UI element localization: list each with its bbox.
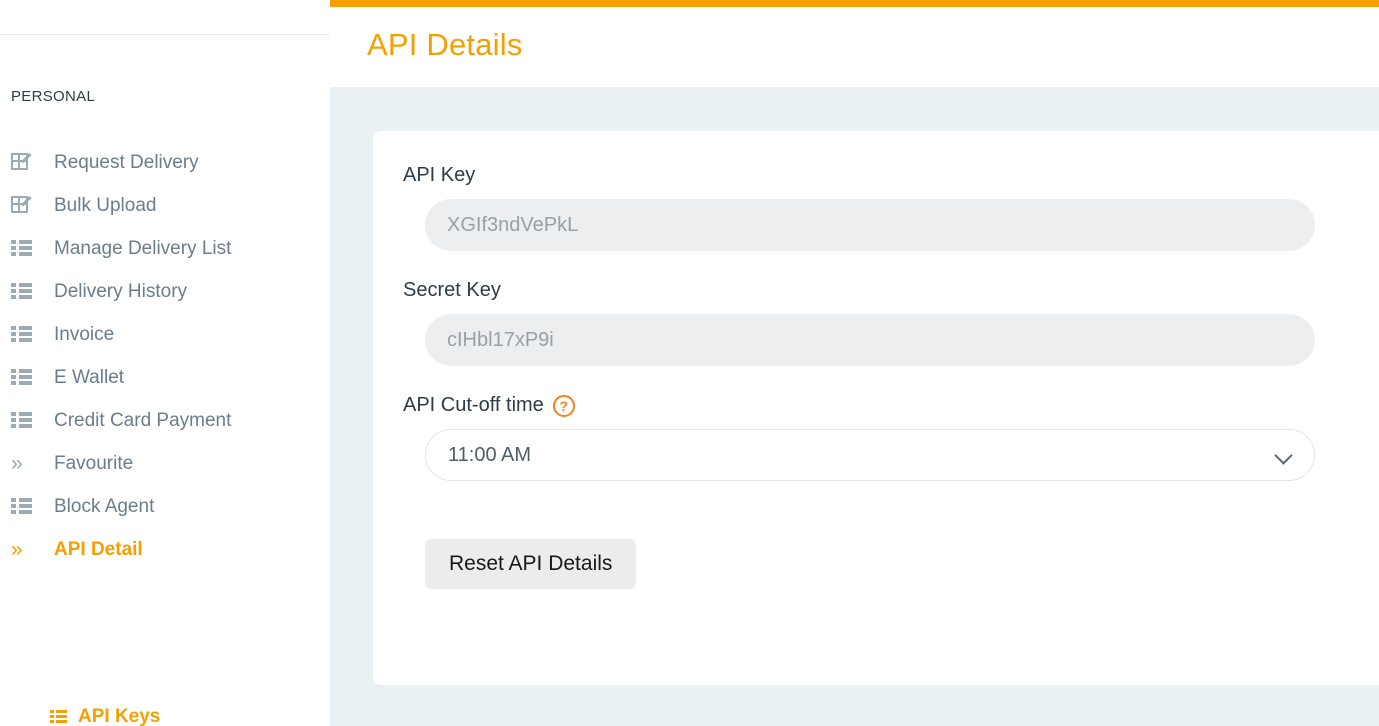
sidebar-item-delivery-history[interactable]: Delivery History bbox=[0, 270, 330, 313]
sidebar-item-bulk-upload[interactable]: Bulk Upload bbox=[0, 184, 330, 227]
sidebar-item-block-agent[interactable]: Block Agent bbox=[0, 485, 330, 528]
sidebar-item-label: Delivery History bbox=[54, 281, 187, 303]
list-icon bbox=[50, 710, 67, 724]
question-mark-icon[interactable]: ? bbox=[553, 395, 575, 417]
sidebar-item-label: API Detail bbox=[54, 539, 143, 561]
sidebar-subnav: API Keys bbox=[0, 700, 330, 726]
page-header: API Details bbox=[330, 7, 1379, 87]
api-key-field: API Key XGIf3ndVePkL bbox=[403, 164, 1315, 251]
sidebar-item-e-wallet[interactable]: E Wallet bbox=[0, 356, 330, 399]
sidebar: PERSONAL Request Delivery Bulk Upload bbox=[0, 0, 330, 726]
secret-key-input[interactable]: cIHbl17xP9i bbox=[425, 314, 1315, 366]
sidebar-divider bbox=[0, 34, 330, 35]
sidebar-item-label: Bulk Upload bbox=[54, 195, 156, 217]
sidebar-item-label: Block Agent bbox=[54, 496, 154, 518]
double-chevron-icon: » bbox=[11, 453, 39, 474]
sidebar-item-label: Favourite bbox=[54, 453, 133, 475]
api-key-label: API Key bbox=[403, 164, 475, 187]
list-icon bbox=[11, 240, 39, 257]
accent-top-bar bbox=[330, 0, 1379, 7]
sidebar-section-title: PERSONAL bbox=[11, 88, 95, 105]
app-root: PERSONAL Request Delivery Bulk Upload bbox=[0, 0, 1379, 726]
sidebar-subitem-label: API Keys bbox=[78, 706, 160, 726]
sidebar-item-api-detail[interactable]: » API Detail bbox=[0, 528, 330, 571]
cutoff-time-label-row: API Cut-off time ? bbox=[403, 394, 1315, 417]
api-details-card: API Key XGIf3ndVePkL Secret Key cIHbl17x… bbox=[373, 131, 1379, 685]
sidebar-item-invoice[interactable]: Invoice bbox=[0, 313, 330, 356]
sidebar-item-label: Credit Card Payment bbox=[54, 410, 231, 432]
double-chevron-icon: » bbox=[11, 539, 39, 560]
main-content: API Details API Key XGIf3ndVePkL Secret … bbox=[330, 0, 1379, 726]
cutoff-time-select[interactable]: 11:00 AM bbox=[425, 429, 1315, 481]
list-icon bbox=[11, 283, 39, 300]
list-icon bbox=[11, 369, 39, 386]
sidebar-item-favourite[interactable]: » Favourite bbox=[0, 442, 330, 485]
table-edit-icon bbox=[11, 196, 39, 216]
table-edit-icon bbox=[11, 153, 39, 173]
api-key-label-row: API Key bbox=[403, 164, 1315, 187]
sidebar-nav: Request Delivery Bulk Upload Manage Deli… bbox=[0, 141, 330, 571]
chevron-down-icon bbox=[1276, 447, 1292, 463]
list-icon bbox=[11, 326, 39, 343]
sidebar-item-label: E Wallet bbox=[54, 367, 124, 389]
cutoff-time-field: API Cut-off time ? 11:00 AM bbox=[403, 394, 1315, 481]
secret-key-field: Secret Key cIHbl17xP9i bbox=[403, 279, 1315, 366]
sidebar-item-request-delivery[interactable]: Request Delivery bbox=[0, 141, 330, 184]
api-key-input[interactable]: XGIf3ndVePkL bbox=[425, 199, 1315, 251]
list-icon bbox=[11, 498, 39, 515]
list-icon bbox=[11, 412, 39, 429]
secret-key-label-row: Secret Key bbox=[403, 279, 1315, 302]
sidebar-item-label: Invoice bbox=[54, 324, 114, 346]
sidebar-item-api-keys[interactable]: API Keys bbox=[0, 700, 330, 726]
api-details-form: API Key XGIf3ndVePkL Secret Key cIHbl17x… bbox=[403, 164, 1315, 589]
sidebar-item-credit-card-payment[interactable]: Credit Card Payment bbox=[0, 399, 330, 442]
sidebar-item-label: Manage Delivery List bbox=[54, 238, 231, 260]
secret-key-label: Secret Key bbox=[403, 279, 501, 302]
sidebar-item-label: Request Delivery bbox=[54, 152, 199, 174]
cutoff-time-label: API Cut-off time bbox=[403, 394, 544, 417]
page-title: API Details bbox=[367, 27, 523, 63]
reset-api-details-button[interactable]: Reset API Details bbox=[425, 539, 636, 589]
sidebar-item-manage-delivery-list[interactable]: Manage Delivery List bbox=[0, 227, 330, 270]
content-area: API Key XGIf3ndVePkL Secret Key cIHbl17x… bbox=[330, 87, 1379, 726]
cutoff-time-value: 11:00 AM bbox=[448, 444, 531, 467]
